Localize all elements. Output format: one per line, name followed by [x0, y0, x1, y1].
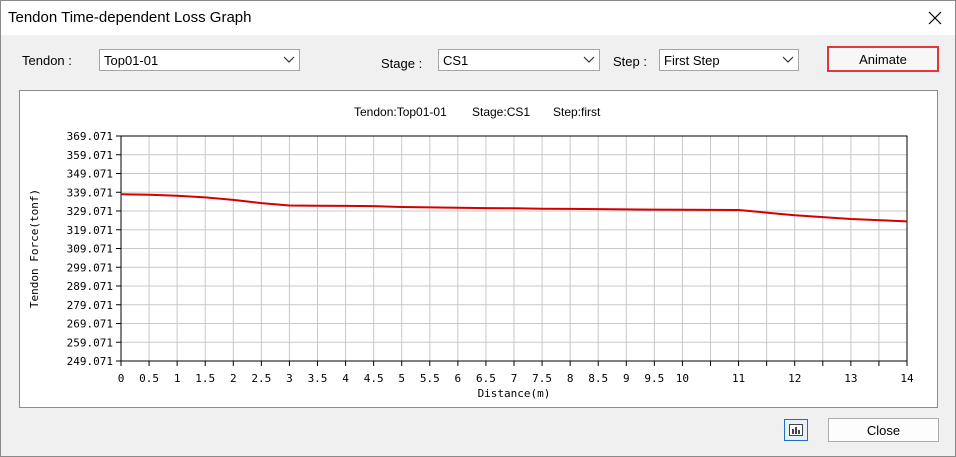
- y-tick-label: 289.071: [67, 280, 113, 293]
- y-tick-label: 359.071: [67, 149, 113, 162]
- y-tick-label: 269.071: [67, 318, 113, 331]
- y-tick-label: 319.071: [67, 224, 113, 237]
- tendon-loss-chart: Tendon:Top01-01 Stage:CS1 Step:first 369.07…: [28, 105, 914, 400]
- y-tick-label: 339.071: [67, 186, 113, 199]
- x-tick-label: 2.5: [251, 372, 271, 385]
- x-axis-label: Distance(m): [478, 387, 551, 400]
- close-button[interactable]: Close: [828, 418, 939, 442]
- x-tick-label: 5: [398, 372, 405, 385]
- x-tick-label: 2: [230, 372, 237, 385]
- step-select-value: First Step: [664, 53, 720, 68]
- close-icon: [928, 11, 942, 25]
- x-tick-label: 1.5: [195, 372, 215, 385]
- animate-button[interactable]: Animate: [827, 46, 939, 72]
- window-title: Tendon Time-dependent Loss Graph: [8, 9, 252, 26]
- x-tick-label: 0.5: [139, 372, 159, 385]
- x-tick-label: 8.5: [588, 372, 608, 385]
- x-tick-label: 5.5: [420, 372, 440, 385]
- y-axis-label: Tendon Force(tonf): [28, 189, 41, 308]
- dialog-window: Tendon Time-dependent Loss Graph Tendon …: [0, 0, 956, 457]
- y-tick-label: 329.071: [67, 205, 113, 218]
- step-label: Step :: [613, 54, 647, 69]
- chart-title-part: Stage:CS1: [472, 105, 530, 119]
- tendon-label: Tendon :: [22, 53, 72, 68]
- chart-icon: [789, 424, 803, 436]
- y-tick-label: 279.071: [67, 299, 113, 312]
- x-tick-label: 3: [286, 372, 293, 385]
- x-tick-label: 13: [844, 372, 857, 385]
- chevron-down-icon: [283, 56, 295, 63]
- x-tick-label: 12: [788, 372, 801, 385]
- stage-select-value: CS1: [443, 53, 469, 68]
- x-tick-label: 1: [174, 372, 181, 385]
- chart-panel: Tendon:Top01-01 Stage:CS1 Step:first 369.07…: [19, 90, 938, 408]
- y-tick-label: 259.071: [67, 336, 113, 349]
- x-tick-label: 4.5: [364, 372, 384, 385]
- stage-select[interactable]: CS1: [438, 49, 600, 71]
- x-tick-label: 14: [900, 372, 914, 385]
- y-tick-label: 349.071: [67, 168, 113, 181]
- title-bar: Tendon Time-dependent Loss Graph: [1, 1, 955, 35]
- x-tick-label: 9: [623, 372, 630, 385]
- stage-label: Stage :: [381, 56, 423, 71]
- x-tick-label: 6: [455, 372, 462, 385]
- chart-title-part: Tendon:Top01-01: [354, 105, 447, 119]
- x-tick-label: 9.5: [644, 372, 664, 385]
- chevron-down-icon: [583, 56, 595, 63]
- y-tick-label: 249.071: [67, 355, 113, 368]
- tendon-select[interactable]: Top01-01: [99, 49, 300, 71]
- x-tick-label: 7.5: [532, 372, 552, 385]
- x-tick-label: 7: [511, 372, 518, 385]
- x-tick-label: 4: [342, 372, 349, 385]
- x-tick-label: 3.5: [308, 372, 328, 385]
- y-tick-label: 299.071: [67, 261, 113, 274]
- tendon-select-value: Top01-01: [104, 53, 159, 68]
- chevron-down-icon: [782, 56, 794, 63]
- x-tick-label: 10: [676, 372, 689, 385]
- y-tick-label: 369.071: [67, 130, 113, 143]
- x-tick-label: 8: [567, 372, 574, 385]
- window-close-button[interactable]: [915, 1, 955, 35]
- chart-icon-button[interactable]: [784, 419, 808, 441]
- dialog-client: Tendon : Top01-01 Stage : CS1 Step : Fir…: [1, 35, 955, 456]
- step-select[interactable]: First Step: [659, 49, 799, 71]
- chart-title-part: Step:first: [553, 105, 601, 119]
- x-tick-label: 11: [732, 372, 745, 385]
- x-tick-label: 6.5: [476, 372, 496, 385]
- y-tick-label: 309.071: [67, 243, 113, 256]
- x-tick-label: 0: [118, 372, 125, 385]
